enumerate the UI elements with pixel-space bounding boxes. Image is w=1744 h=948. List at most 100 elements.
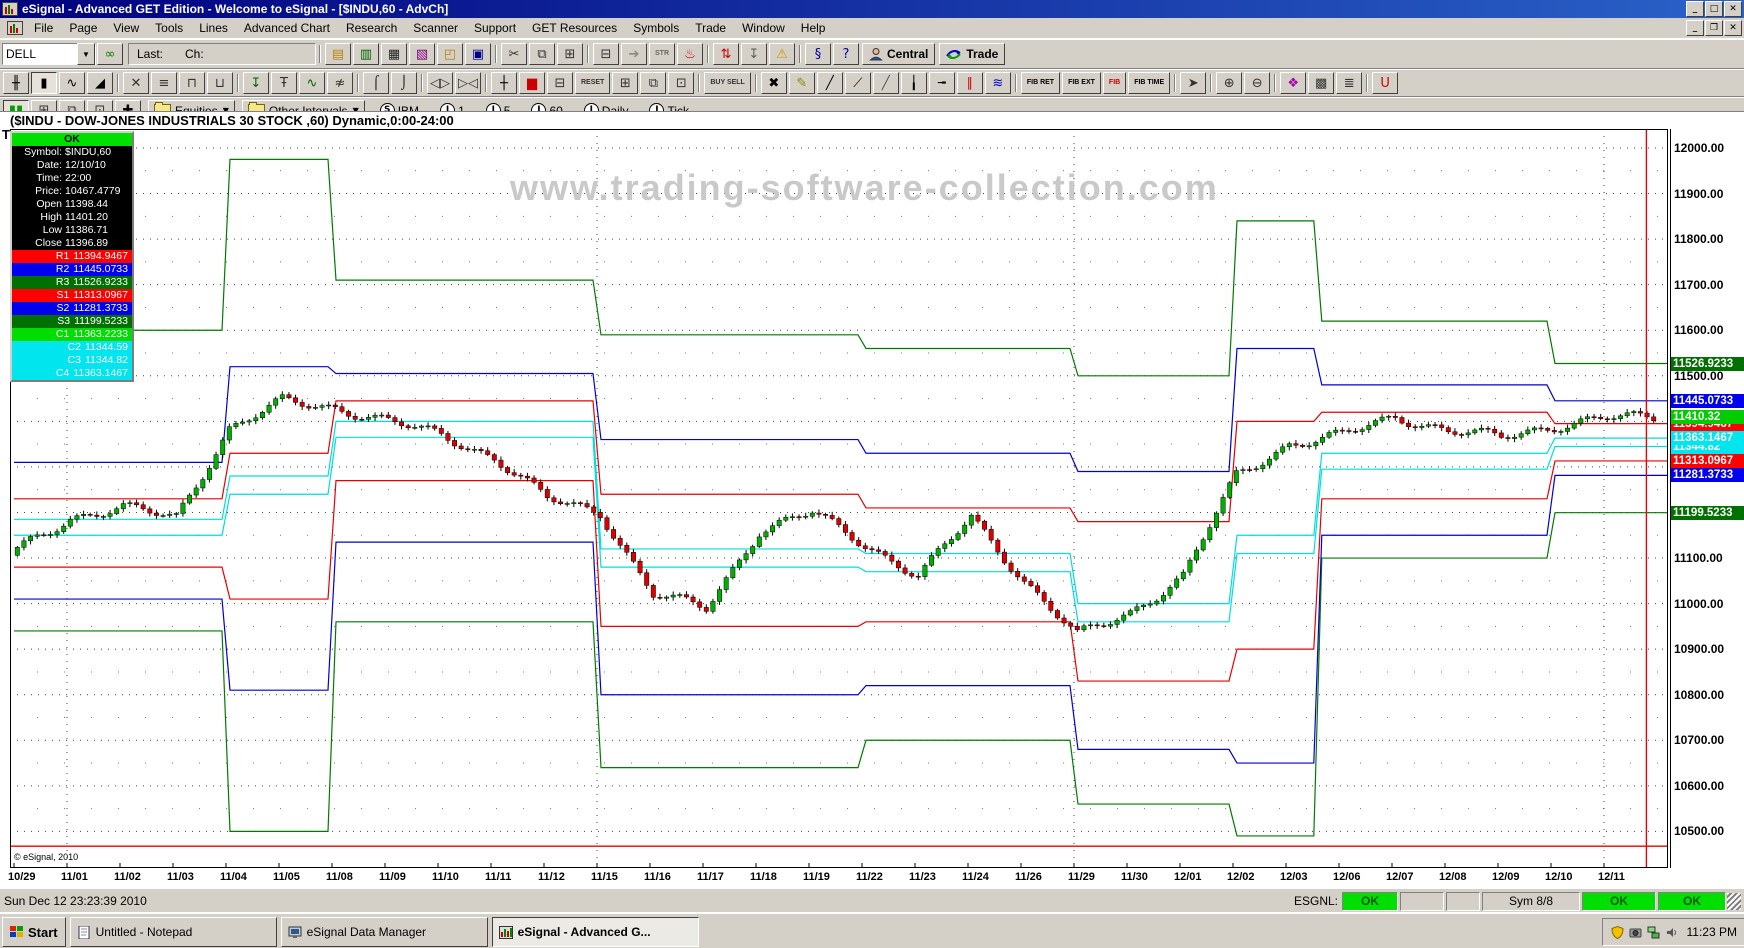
close-button[interactable]: ✕ <box>1724 1 1742 17</box>
notes-button[interactable]: ≣ <box>1336 72 1363 94</box>
minimize-button[interactable]: _ <box>1686 1 1704 17</box>
strategy-button[interactable]: STR <box>649 43 675 65</box>
vertical-line-button[interactable]: ╽ <box>900 72 927 94</box>
delete-drawing-button[interactable]: ✖ <box>760 72 787 94</box>
new-chart-window-button[interactable]: ▥ <box>353 43 379 65</box>
shield-icon[interactable] <box>1611 925 1624 939</box>
menu-view[interactable]: View <box>105 19 147 37</box>
buy-sell-button[interactable]: BUY SELL <box>704 72 751 94</box>
elliott-wave-button[interactable]: ∿ <box>299 72 325 94</box>
trade-button[interactable]: Trade <box>939 43 1006 65</box>
go-button[interactable]: ➔ <box>621 43 647 65</box>
menu-page[interactable]: Page <box>61 19 105 37</box>
menu-advanced-chart[interactable]: Advanced Chart <box>236 19 338 37</box>
pitchfork-button[interactable]: ⌠ <box>363 72 389 94</box>
copy-button[interactable]: ⧉ <box>529 43 555 65</box>
crosshair-button[interactable]: ┼ <box>491 72 517 94</box>
regression-trend-button[interactable]: ⌡ <box>391 72 417 94</box>
camera-icon[interactable] <box>1629 926 1642 939</box>
taskbar-button-esignal-advanced-g-[interactable]: eSignal - Advanced G... <box>491 917 699 947</box>
zoom-out-button[interactable]: ⊖ <box>1244 72 1271 94</box>
date-axis[interactable]: 10/29 11/01 11/02 11/03 11/04 11/05 11/08 11/09… <box>8 869 1670 887</box>
eraser-button[interactable]: ❖ <box>1280 72 1307 94</box>
paste-button[interactable]: ⊞ <box>557 43 583 65</box>
trendline-ray-button[interactable]: ⟋ <box>844 72 871 94</box>
speaker-icon[interactable] <box>1665 926 1678 939</box>
underline-u-button[interactable]: U <box>1372 72 1399 94</box>
profile-button[interactable]: ≡ <box>151 72 177 94</box>
menu-trade[interactable]: Trade <box>687 19 734 37</box>
menu-window[interactable]: Window <box>734 19 793 37</box>
symbol-search-button[interactable]: § <box>805 43 831 65</box>
fib-time-button[interactable]: FIB TIME <box>1128 72 1171 94</box>
menu-research[interactable]: Research <box>338 19 405 37</box>
expert-trend-locator-button[interactable]: ↧ <box>243 72 269 94</box>
tile-rows-button[interactable]: ⊟ <box>547 72 573 94</box>
symbol-combo[interactable]: DELL ▼ <box>2 43 96 65</box>
menu-scanner[interactable]: Scanner <box>405 19 466 37</box>
resize-grip[interactable] <box>1727 892 1741 910</box>
trendline-button[interactable]: ╱ <box>816 72 843 94</box>
step-down-button[interactable]: ⊔ <box>207 72 233 94</box>
save-page-button[interactable]: ▣ <box>465 43 491 65</box>
open-page-button[interactable]: ◰ <box>437 43 463 65</box>
reset-button[interactable]: RESET <box>575 72 611 94</box>
context-help-button[interactable]: ? <box>833 43 859 65</box>
alert-bell-button[interactable]: ⚠ <box>769 43 795 65</box>
menu-get-resources[interactable]: GET Resources <box>524 19 625 37</box>
price-chart-canvas[interactable] <box>10 129 1668 868</box>
trendline-segment-button[interactable]: ╱ <box>872 72 899 94</box>
start-button[interactable]: Start <box>2 917 66 947</box>
network-icon[interactable] <box>1647 926 1660 939</box>
child-restore-button[interactable]: ❐ <box>1705 20 1723 36</box>
pencil-draw-button[interactable]: ✎ <box>788 72 815 94</box>
cut-button[interactable]: ✂ <box>501 43 527 65</box>
color-bars-button[interactable]: ▆ <box>519 72 545 94</box>
download-data-button[interactable]: ↧ <box>741 43 767 65</box>
step-forward-button[interactable]: ▷◁ <box>455 72 481 94</box>
channel-lines-button[interactable]: ≋ <box>984 72 1011 94</box>
taskbar-button-esignal-data-manager[interactable]: eSignal Data Manager <box>280 917 488 947</box>
fib-retracement-button[interactable]: FIB RET <box>1020 72 1061 94</box>
quote-window-button[interactable]: ▦ <box>381 43 407 65</box>
window-properties-button[interactable]: ⊡ <box>668 72 695 94</box>
child-close-button[interactable]: ✕ <box>1724 20 1742 36</box>
mosaic-button[interactable]: ▩ <box>1308 72 1335 94</box>
data-window-header[interactable]: OK <box>12 133 132 146</box>
copy-window-button[interactable]: ⧉ <box>640 72 667 94</box>
menu-help[interactable]: Help <box>793 19 834 37</box>
new-page-button[interactable]: ▤ <box>325 43 351 65</box>
tray-clock[interactable]: 11:23 PM <box>1687 925 1737 939</box>
fib-extension-button[interactable]: FIB EXT <box>1062 72 1101 94</box>
line-chart-type-button[interactable]: ∿ <box>59 72 85 94</box>
menu-symbols[interactable]: Symbols <box>625 19 687 37</box>
area-chart-type-button[interactable]: ◢ <box>87 72 113 94</box>
candlestick-chart-type-button[interactable]: ▮ <box>31 72 57 94</box>
hot-list-button[interactable]: ♨ <box>677 43 703 65</box>
maximize-button[interactable]: □ <box>1705 1 1723 17</box>
step-back-button[interactable]: ◁▷ <box>427 72 453 94</box>
chevron-down-icon[interactable]: ▼ <box>77 43 95 65</box>
taskbar-button-untitled-notepad[interactable]: Untitled - Notepad <box>69 917 277 947</box>
elliott-trigger-button[interactable]: Ŧ <box>271 72 297 94</box>
step-up-button[interactable]: ⊓ <box>179 72 205 94</box>
menu-file[interactable]: File <box>26 19 61 37</box>
expert-analysis-button[interactable]: ≉ <box>327 72 353 94</box>
print-button[interactable]: ⊟ <box>593 43 619 65</box>
expand-window-button[interactable]: ⊞ <box>612 72 639 94</box>
parallel-lines-button[interactable]: ∥ <box>956 72 983 94</box>
menu-support[interactable]: Support <box>466 19 524 37</box>
chart-menu-icon[interactable] <box>4 21 26 35</box>
menu-tools[interactable]: Tools <box>147 19 191 37</box>
up-down-ticks-button[interactable]: ⇅ <box>713 43 739 65</box>
menu-lines[interactable]: Lines <box>191 19 236 37</box>
horizontal-line-button[interactable]: ╼ <box>928 72 955 94</box>
data-window[interactable]: OK Symbol: $INDU,60 Date: 12/10/10 Time: 22:0… <box>10 131 134 382</box>
zoom-in-button[interactable]: ⊕ <box>1216 72 1243 94</box>
child-minimize-button[interactable]: _ <box>1686 20 1704 36</box>
ticker-window-button[interactable]: ▧ <box>409 43 435 65</box>
point-figure-button[interactable]: ✕ <box>123 72 149 94</box>
price-axis[interactable]: 12000.00 11900.00 11800.00 11700.00 11600.00… <box>1670 129 1744 868</box>
central-button[interactable]: Central <box>862 43 936 65</box>
fib-circle-button[interactable]: FIB <box>1102 72 1127 94</box>
